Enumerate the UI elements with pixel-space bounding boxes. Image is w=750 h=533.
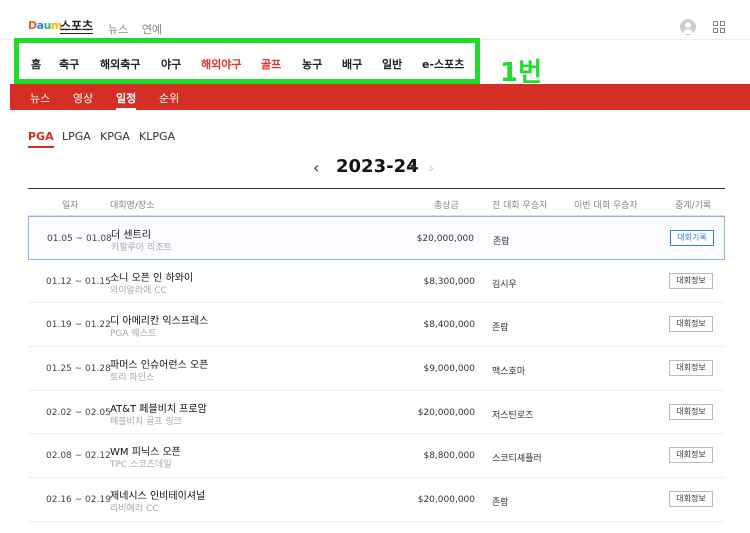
- tournament-venue: PGA 웨스트: [110, 329, 157, 340]
- row-date: 01.19 ~ 01.22: [46, 320, 111, 331]
- previous-winner[interactable]: 김시우: [492, 277, 517, 290]
- col-prev-winner: 전 대회 우승자: [492, 201, 548, 211]
- tournament-name[interactable]: 더 센트리: [111, 226, 151, 241]
- top-nav-entertainment[interactable]: 연예: [142, 23, 162, 36]
- prev-season-chevron-icon[interactable]: ‹: [313, 158, 319, 177]
- category-basketball[interactable]: 농구: [302, 56, 322, 72]
- row-date: 01.12 ~ 01.15: [46, 276, 111, 287]
- category-home[interactable]: 홈: [31, 56, 41, 72]
- table-row[interactable]: 01.25 ~ 01.28 파머스 인슈어런스 오픈토리 파인스 $9,000,00…: [28, 347, 725, 391]
- tab-pga[interactable]: PGA: [28, 130, 54, 148]
- daum-logo[interactable]: Daum: [28, 19, 62, 32]
- user-avatar-icon[interactable]: [680, 19, 696, 35]
- prize-purse: $8,400,000: [423, 320, 475, 331]
- previous-winner[interactable]: 존람: [492, 320, 509, 333]
- tournament-venue: 리비에라 CC: [110, 504, 159, 515]
- tournament-name[interactable]: WM 피닉스 오픈: [110, 443, 181, 458]
- subnav-video[interactable]: 영상: [73, 90, 93, 106]
- col-record: 중계/기록: [675, 201, 712, 211]
- tab-klpga[interactable]: KLPGA: [139, 130, 175, 143]
- schedule-table: 일자 대회명/장소 총상금 전 대회 우승자 이번 대회 우승자 중계/기록 0…: [28, 188, 725, 522]
- row-date: 02.16 ~ 02.19: [46, 495, 111, 506]
- tournament-info-button[interactable]: 대회정보: [669, 403, 713, 420]
- sub-nav: 뉴스 영상 일정 순위: [10, 84, 750, 110]
- subnav-news[interactable]: 뉴스: [30, 90, 50, 106]
- prize-purse: $8,300,000: [423, 276, 475, 287]
- table-body: 01.05 ~ 01.08 더 센트리 카팔루아 리조트 $20,000,000 존람 대…: [28, 216, 725, 522]
- prize-purse: $20,000,000: [417, 407, 475, 418]
- row-date: 01.25 ~ 01.28: [46, 364, 111, 375]
- previous-winner[interactable]: 저스틴로즈: [492, 408, 533, 421]
- category-golf[interactable]: 골프: [261, 56, 281, 72]
- table-row[interactable]: 02.02 ~ 02.05 AT&T 페블비치 프로암 페블비치 골프 링크 $20,…: [28, 391, 725, 435]
- tournament-info-button[interactable]: 대회정보: [669, 272, 713, 289]
- row-date: 02.02 ~ 02.05: [46, 407, 111, 418]
- app-grid-icon[interactable]: [713, 21, 725, 33]
- tournament-name[interactable]: 디 아메리칸 익스프레스: [110, 312, 208, 327]
- tournament-venue: 페블비치 골프 링크: [110, 416, 182, 427]
- tournament-info-button[interactable]: 대회정보: [669, 316, 713, 333]
- table-row[interactable]: 02.16 ~ 02.19 제네시스 인비테이셔널리비에라 CC $20,000,0…: [28, 478, 725, 522]
- next-season-chevron-icon[interactable]: ›: [428, 158, 434, 177]
- prize-purse: $8,800,000: [423, 451, 475, 462]
- table-row[interactable]: 01.12 ~ 01.15 소니 오픈 인 하와이 와이알라에 CC $8,300,0…: [28, 260, 725, 304]
- category-nav: 홈 축구 해외축구 야구 해외야구 골프 농구 배구 일반 e-스포츠: [14, 38, 480, 84]
- col-this-winner: 이번 대회 우승자: [574, 201, 638, 211]
- table-row[interactable]: 01.19 ~ 01.22 디 아메리칸 익스프레스 PGA 웨스트 $8,400,0…: [28, 303, 725, 348]
- top-nav-news[interactable]: 뉴스: [108, 23, 128, 36]
- dropdown-caret-icon[interactable]: ▼: [410, 163, 416, 172]
- row-date: 02.08 ~ 02.12: [46, 451, 111, 462]
- category-volleyball[interactable]: 배구: [342, 56, 362, 72]
- row-date: 01.05 ~ 01.08: [47, 234, 112, 244]
- prize-purse: $20,000,000: [416, 234, 474, 244]
- table-row[interactable]: 02.08 ~ 02.12 WM 피닉스 오픈 TPC 스코츠데일 $8,800,00…: [28, 434, 725, 479]
- tournament-venue: 토리 파인스: [110, 373, 155, 384]
- prize-purse: $20,000,000: [417, 495, 475, 506]
- subnav-ranking[interactable]: 순위: [159, 90, 179, 106]
- tournament-record-button[interactable]: 대회기록: [670, 230, 714, 246]
- top-nav: 뉴스 연예: [108, 21, 172, 37]
- subnav-schedule[interactable]: 일정: [116, 90, 137, 110]
- tournament-venue: 카팔루아 리조트: [111, 243, 172, 253]
- tournament-name[interactable]: 파머스 인슈어런스 오픈: [110, 356, 208, 371]
- previous-winner[interactable]: 존람: [492, 495, 509, 508]
- season-selector: ‹ 2023-24 ▼ ›: [0, 156, 750, 180]
- tab-kpga[interactable]: KPGA: [100, 130, 130, 143]
- tournament-info-button[interactable]: 대회정보: [669, 447, 713, 464]
- tournament-name[interactable]: 소니 오픈 인 하와이: [110, 269, 193, 284]
- category-world-baseball[interactable]: 해외야구: [201, 56, 241, 72]
- tab-lpga[interactable]: LPGA: [62, 130, 91, 143]
- table-row[interactable]: 01.05 ~ 01.08 더 센트리카팔루아 리조트 $20,000,000 존람 대…: [28, 216, 725, 260]
- tournament-name[interactable]: 제네시스 인비테이셔널: [110, 487, 205, 502]
- tournament-venue: TPC 스코츠데일: [110, 460, 172, 471]
- previous-winner[interactable]: 스코티셰플러: [492, 451, 542, 464]
- category-general[interactable]: 일반: [382, 56, 402, 72]
- category-baseball[interactable]: 야구: [161, 56, 181, 72]
- table-header: 일자 대회명/장소 총상금 전 대회 우승자 이번 대회 우승자 중계/기록: [28, 189, 725, 216]
- annotation-label: 1번: [500, 58, 543, 88]
- category-esports[interactable]: e-스포츠: [422, 56, 464, 72]
- col-purse: 총상금: [434, 201, 459, 211]
- tournament-name[interactable]: AT&T 페블비치 프로암: [110, 400, 207, 415]
- col-name: 대회명/장소: [110, 201, 155, 211]
- season-title[interactable]: 2023-24: [336, 156, 419, 177]
- category-soccer[interactable]: 축구: [59, 56, 79, 72]
- tournament-venue: 와이알라에 CC: [110, 285, 167, 296]
- tournament-info-button[interactable]: 대회정보: [669, 491, 713, 508]
- prize-purse: $9,000,000: [423, 364, 475, 375]
- top-bar: Daum 스포츠 뉴스 연예: [0, 0, 750, 40]
- col-date: 일자: [62, 201, 79, 211]
- category-world-soccer[interactable]: 해외축구: [100, 56, 140, 72]
- service-title[interactable]: 스포츠: [60, 19, 94, 34]
- previous-winner[interactable]: 존람: [493, 234, 510, 247]
- previous-winner[interactable]: 맥스호마: [492, 364, 525, 377]
- tournament-info-button[interactable]: 대회정보: [669, 360, 713, 377]
